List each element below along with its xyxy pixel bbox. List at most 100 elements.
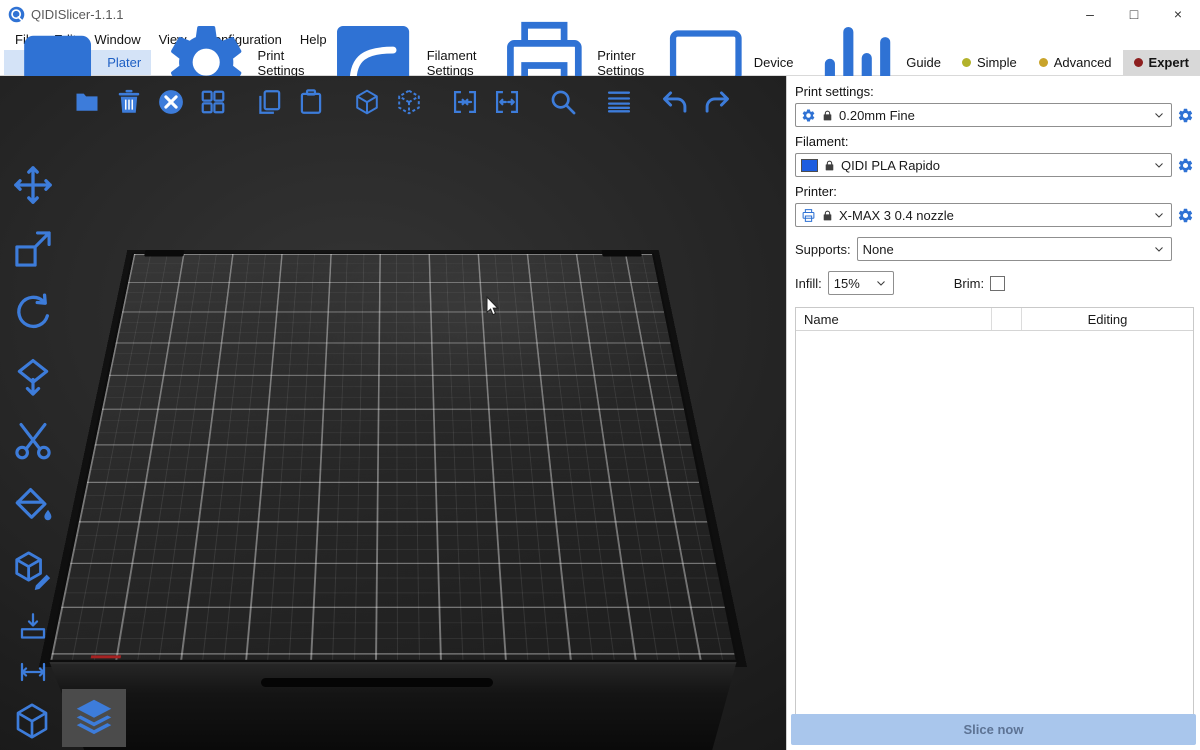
- object-list-body: [796, 331, 1193, 725]
- support-paint-tool-button[interactable]: [8, 480, 58, 530]
- print-settings-gear-button[interactable]: [1177, 107, 1194, 124]
- mode-expert[interactable]: Expert: [1123, 50, 1200, 75]
- split-parts-button[interactable]: [392, 83, 426, 121]
- toolbar-separator: [434, 102, 440, 103]
- layers-button[interactable]: [602, 83, 636, 121]
- tab-label: Print Settings: [258, 48, 305, 78]
- search-button[interactable]: [546, 83, 580, 121]
- print-settings-combo[interactable]: 0.20mm Fine: [795, 103, 1172, 127]
- print-settings-value: 0.20mm Fine: [839, 108, 1147, 123]
- bed-clip: [144, 250, 184, 257]
- lock-icon: [821, 209, 834, 222]
- preview-layers-toggle[interactable]: [62, 689, 126, 747]
- slice-now-button[interactable]: Slice now: [791, 714, 1196, 745]
- copy-icon: [255, 88, 283, 116]
- brim-label: Brim:: [954, 276, 984, 291]
- cut-tool-button[interactable]: [8, 416, 58, 466]
- tab-filament-settings[interactable]: Filament Settings: [315, 50, 487, 75]
- filament-combo[interactable]: QIDI PLA Rapido: [795, 153, 1172, 177]
- tab-device[interactable]: Device: [654, 50, 803, 75]
- mode-simple[interactable]: Simple: [951, 50, 1028, 75]
- gear-icon: [801, 108, 816, 123]
- instance-remove-button[interactable]: [490, 83, 524, 121]
- tab-plater[interactable]: Plater: [4, 50, 151, 75]
- tab-printer-settings[interactable]: Printer Settings: [487, 50, 655, 75]
- tab-bar: Plater Print Settings Filament Settings Pri…: [0, 50, 1200, 76]
- open-button[interactable]: [70, 83, 104, 121]
- support-paint-icon: [12, 484, 54, 526]
- filament-gear-button[interactable]: [1177, 157, 1194, 174]
- editor-3d-toggle[interactable]: [6, 695, 58, 747]
- tab-label: Device: [754, 55, 794, 70]
- print-bed: [47, 253, 739, 662]
- tab-label: Filament Settings: [427, 48, 477, 78]
- printer-gear-button[interactable]: [1177, 207, 1194, 224]
- mode-label: Expert: [1149, 55, 1189, 70]
- delete-all-button[interactable]: [154, 83, 188, 121]
- chevron-down-icon: [1152, 242, 1166, 256]
- toolbar-separator: [336, 102, 342, 103]
- tab-print-settings[interactable]: Print Settings: [151, 50, 314, 75]
- seam-paint-tool-button[interactable]: [8, 544, 58, 594]
- view-toggles: [6, 689, 126, 747]
- split-objects-icon: [353, 88, 381, 116]
- mode-advanced[interactable]: Advanced: [1028, 50, 1123, 75]
- redo-button[interactable]: [700, 83, 734, 121]
- paste-button[interactable]: [294, 83, 328, 121]
- delete-all-icon: [157, 88, 185, 116]
- split-objects-button[interactable]: [350, 83, 384, 121]
- infill-combo[interactable]: 15%: [828, 271, 894, 295]
- undo-button[interactable]: [658, 83, 692, 121]
- copy-button[interactable]: [252, 83, 286, 121]
- delete-button[interactable]: [112, 83, 146, 121]
- viewport-3d[interactable]: [0, 76, 786, 750]
- chevron-down-icon: [1152, 158, 1166, 172]
- minimize-button[interactable]: –: [1068, 0, 1112, 28]
- tab-label: Guide: [906, 55, 941, 70]
- seam-paint-icon: [12, 548, 54, 590]
- supports-combo[interactable]: None: [857, 237, 1172, 261]
- arrange-button[interactable]: [196, 83, 230, 121]
- preview-layers-icon: [71, 695, 117, 741]
- window-controls: – □ ×: [1068, 0, 1200, 28]
- rotate-tool-button[interactable]: [8, 288, 58, 338]
- open-icon: [73, 88, 101, 116]
- filament-label: Filament:: [795, 134, 1194, 149]
- name-column-header: Name: [796, 308, 992, 330]
- main-area: Print settings: 0.20mm Fine Filament: QI…: [0, 76, 1200, 750]
- maximize-button[interactable]: □: [1112, 0, 1156, 28]
- emboss-tool-button[interactable]: [8, 608, 58, 644]
- mode-dot-icon: [962, 58, 971, 67]
- brim-checkbox[interactable]: [990, 276, 1005, 291]
- scale-tool-button[interactable]: [8, 224, 58, 274]
- redo-icon: [703, 88, 731, 116]
- filament-value: QIDI PLA Rapido: [841, 158, 1147, 173]
- tab-strip: Plater Print Settings Filament Settings Pri…: [4, 50, 951, 75]
- measure-tool-button[interactable]: [8, 654, 58, 690]
- mode-dot-icon: [1039, 58, 1048, 67]
- instance-add-icon: [451, 88, 479, 116]
- tab-guide[interactable]: Guide: [804, 50, 951, 75]
- move-tool-button[interactable]: [8, 160, 58, 210]
- supports-value: None: [863, 242, 1147, 257]
- mode-selector: SimpleAdvanced Expert: [951, 50, 1200, 75]
- editing-column-header: Editing: [1022, 308, 1193, 330]
- instance-remove-icon: [493, 88, 521, 116]
- editor-3d-icon: [12, 701, 52, 741]
- close-button[interactable]: ×: [1156, 0, 1200, 28]
- printer-value: X-MAX 3 0.4 nozzle: [839, 208, 1147, 223]
- filament-swatch: [801, 159, 818, 172]
- chevron-down-icon: [1152, 208, 1166, 222]
- delete-icon: [115, 88, 143, 116]
- instance-add-button[interactable]: [448, 83, 482, 121]
- infill-value: 15%: [834, 276, 869, 291]
- emboss-icon: [18, 611, 48, 641]
- toolbar-separator: [644, 102, 650, 103]
- lock-icon: [823, 159, 836, 172]
- tab-label: Printer Settings: [597, 48, 644, 78]
- printer-combo[interactable]: X-MAX 3 0.4 nozzle: [795, 203, 1172, 227]
- toolbar-separator: [588, 102, 594, 103]
- printer-label: Printer:: [795, 184, 1194, 199]
- arrange-icon: [199, 88, 227, 116]
- place-on-face-tool-button[interactable]: [8, 352, 58, 402]
